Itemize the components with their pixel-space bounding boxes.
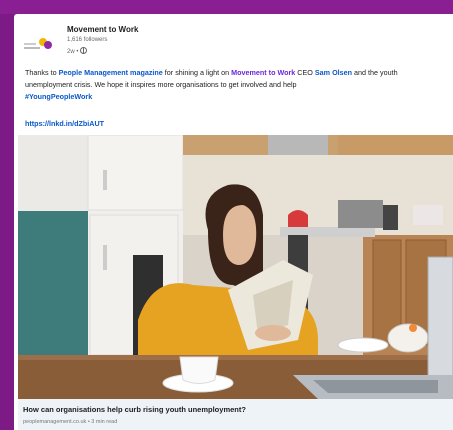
mention-people-management-link[interactable]: People Management magazine (59, 68, 163, 77)
post-text-segment: Thanks to (25, 68, 59, 77)
linkedin-post-card: Movement to Work 1,616 followers 2w • Th… (14, 14, 453, 430)
hashtag-link[interactable]: #YoungPeopleWork (25, 92, 92, 101)
post-time-label: 2w • (67, 49, 79, 55)
post-text-segment: CEO (295, 68, 315, 77)
post-header: Movement to Work 1,616 followers 2w • (24, 24, 444, 64)
post-body: Thanks to People Management magazine for… (25, 67, 445, 103)
mention-movement-to-work-link[interactable]: Movement to Work (231, 68, 295, 77)
follower-count: 1,616 followers (67, 37, 108, 43)
article-title[interactable]: How can organisations help curb rising y… (23, 405, 246, 414)
article-source: peoplemanagement.co.uk • 3 min read (23, 419, 118, 425)
organization-name[interactable]: Movement to Work (67, 25, 138, 34)
movement-to-work-logo-icon[interactable] (24, 36, 54, 52)
short-url-link[interactable]: https://lnkd.in/dZbiAUT (25, 119, 104, 128)
post-time: 2w • (67, 47, 88, 55)
mention-sam-olsen-link[interactable]: Sam Olsen (315, 68, 352, 77)
window-frame-top (0, 0, 453, 14)
globe-icon (80, 47, 88, 54)
article-link-preview[interactable]: How can organisations help curb rising y… (18, 399, 453, 430)
article-thumbnail-image[interactable] (18, 135, 453, 399)
post-text-segment: for shining a light on (162, 68, 232, 77)
